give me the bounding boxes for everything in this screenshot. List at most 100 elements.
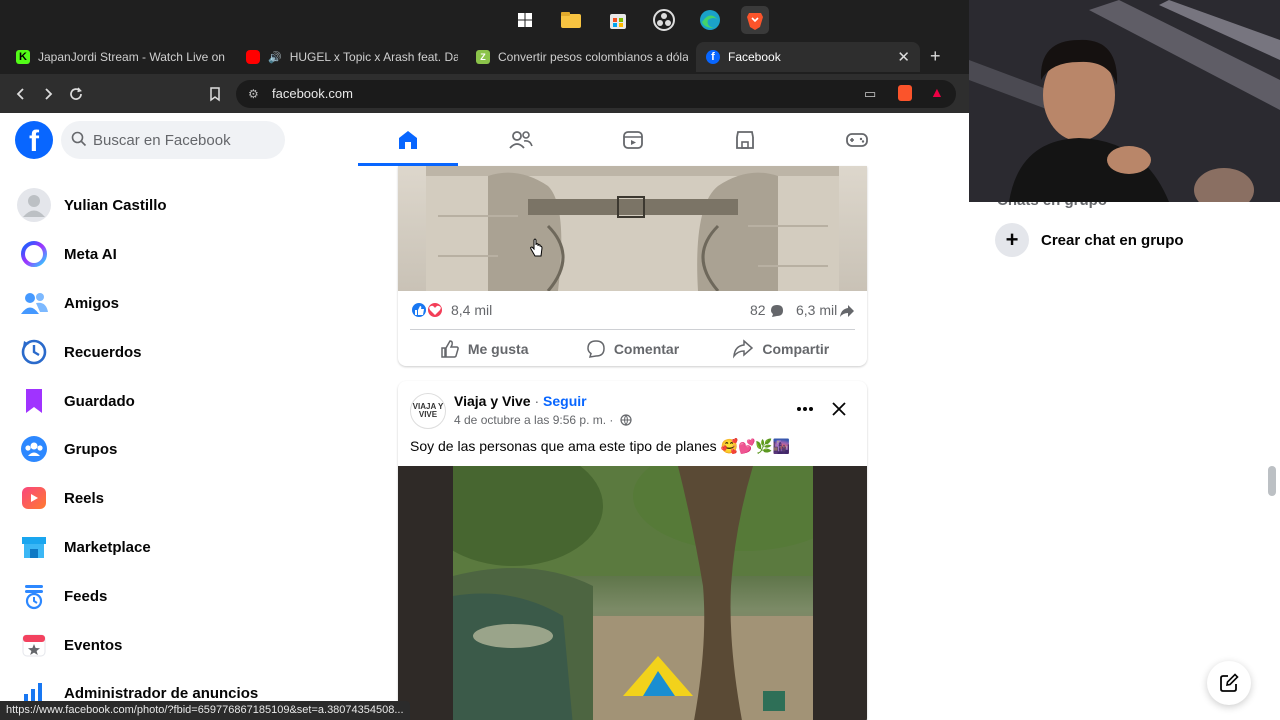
tab-home[interactable]: [358, 113, 458, 166]
thumbs-up-icon: [441, 339, 459, 358]
share-button[interactable]: Compartir: [707, 330, 855, 366]
search-input[interactable]: [93, 121, 278, 159]
tab-gaming[interactable]: [807, 113, 907, 166]
post-author-line: Viaja y Vive · Seguir: [454, 393, 587, 409]
video-icon: [623, 130, 643, 149]
browser-tab-kick[interactable]: K JapanJordi Stream - Watch Live on Ki: [6, 42, 228, 72]
webcam-overlay: [969, 0, 1280, 202]
post-stats: 8,4 mil 82 6,3 mil: [398, 291, 867, 329]
facebook-icon: f: [706, 50, 720, 64]
camping-scene: [453, 466, 813, 720]
browser-tab-converter[interactable]: Z Convertir pesos colombianos a dólar: [466, 42, 688, 72]
tab-label: Convertir pesos colombianos a dólar: [498, 50, 688, 64]
saved-icon: [16, 383, 52, 419]
plus-icon: +: [995, 223, 1029, 257]
bookmark-icon[interactable]: [204, 83, 226, 105]
marketplace-icon: [736, 130, 754, 149]
share-label: Compartir: [762, 340, 830, 357]
feed-post: 8,4 mil 82 6,3 mil Me gusta Comentar Com…: [398, 166, 867, 366]
post-image[interactable]: [398, 166, 867, 292]
left-sidebar: Yulian Castillo Meta AI Amigos Recuerdos…: [0, 166, 358, 720]
reels-icon: [16, 480, 52, 516]
friends-icon: [509, 130, 533, 149]
browser-tab-youtube[interactable]: 🔊 HUGEL x Topic x Arash feat. Daec: [236, 42, 458, 72]
sidebar-item-reels[interactable]: Reels: [8, 474, 348, 522]
share-count[interactable]: 6,3 mil: [796, 302, 837, 318]
converter-icon: Z: [476, 50, 490, 64]
sidebar-item-label: Yulian Castillo: [64, 196, 167, 214]
site-settings-icon[interactable]: ⚙: [248, 87, 262, 101]
post-photo-frame: [398, 466, 867, 720]
store-icon[interactable]: [604, 6, 632, 34]
back-icon[interactable]: [10, 83, 32, 105]
sidebar-item-label: Amigos: [64, 294, 120, 312]
file-explorer-icon[interactable]: [557, 6, 585, 34]
groups-icon: [16, 431, 52, 467]
close-icon[interactable]: [827, 397, 851, 421]
new-message-button[interactable]: [1207, 661, 1251, 705]
url-text: facebook.com: [272, 86, 353, 101]
facebook-logo-icon[interactable]: f: [15, 121, 53, 159]
url-field[interactable]: ⚙ facebook.com ▭ ▲: [236, 80, 956, 108]
tab-marketplace[interactable]: [695, 113, 795, 166]
sidebar-item-marketplace[interactable]: Marketplace: [8, 523, 348, 571]
memories-icon: [16, 334, 52, 370]
like-button[interactable]: Me gusta: [410, 330, 558, 366]
sidebar-item-friends[interactable]: Amigos: [8, 279, 348, 327]
edge-icon[interactable]: [696, 6, 724, 34]
sidebar-item-label: Administrador de anuncios: [64, 684, 259, 702]
tab-label: Facebook: [728, 50, 781, 64]
sidebar-item-profile[interactable]: Yulian Castillo: [8, 181, 348, 229]
obs-icon[interactable]: [650, 6, 678, 34]
sidebar-item-events[interactable]: Eventos: [8, 621, 348, 669]
browser-tab-facebook[interactable]: f Facebook ✕: [696, 42, 920, 72]
reaction-count[interactable]: 8,4 mil: [451, 302, 492, 318]
sidebar-item-meta-ai[interactable]: Meta AI: [8, 230, 348, 278]
post-photo[interactable]: [453, 466, 813, 720]
hand-cursor-icon: [530, 238, 543, 257]
kick-icon: K: [16, 50, 30, 64]
comment-icon: [587, 339, 605, 358]
comment-count[interactable]: 82: [750, 302, 766, 318]
sidebar-item-label: Feeds: [64, 587, 108, 605]
comment-button[interactable]: Comentar: [558, 330, 706, 366]
tab-video[interactable]: [583, 113, 683, 166]
link-status-bar: https://www.facebook.com/photo/?fbid=659…: [0, 701, 410, 720]
marketplace-icon: [16, 529, 52, 565]
brave-rewards-icon[interactable]: ▲: [930, 84, 944, 100]
post-text: Soy de las personas que ama este tipo de…: [410, 438, 791, 454]
create-group-chat-button[interactable]: + Crear chat en grupo: [995, 223, 1184, 257]
post-meta: 4 de octubre a las 9:56 p. m. ·: [454, 413, 632, 427]
address-bar-row: ⚙ facebook.com ▭ ▲: [0, 74, 969, 114]
sidebar-item-groups[interactable]: Grupos: [8, 425, 348, 473]
more-options-icon[interactable]: [793, 397, 817, 421]
close-tab-icon[interactable]: ✕: [897, 48, 910, 66]
brave-shields-icon[interactable]: [898, 85, 912, 101]
tab-friends[interactable]: [471, 113, 571, 166]
speaker-icon: 🔊: [268, 51, 282, 64]
post-author[interactable]: Viaja y Vive: [454, 393, 531, 409]
reload-icon[interactable]: [65, 83, 87, 105]
follow-button[interactable]: Seguir: [543, 393, 587, 409]
post-date[interactable]: 4 de octubre a las 9:56 p. m. ·: [454, 413, 613, 427]
sidebar-item-memories[interactable]: Recuerdos: [8, 328, 348, 376]
sidebar-item-feeds[interactable]: Feeds: [8, 572, 348, 620]
sidebar-item-label: Meta AI: [64, 245, 117, 263]
scrollbar-thumb[interactable]: [1268, 466, 1276, 496]
right-sidebar: Chats en grupo + Crear chat en grupo: [969, 166, 1280, 720]
forward-icon[interactable]: [37, 83, 59, 105]
brave-icon[interactable]: [741, 6, 769, 34]
sidebar-item-saved[interactable]: Guardado: [8, 377, 348, 425]
streamer-webcam-image: [969, 0, 1280, 202]
love-reaction-icon: [426, 301, 444, 319]
new-tab-button[interactable]: +: [930, 46, 941, 67]
browser-tab-strip: K JapanJordi Stream - Watch Live on Ki 🔊…: [0, 40, 969, 74]
comment-label: Comentar: [613, 340, 680, 357]
home-icon: [399, 130, 417, 149]
cast-icon[interactable]: ▭: [864, 86, 876, 102]
search-icon: [71, 131, 87, 147]
page-avatar[interactable]: VIAJA Y VIVE: [410, 393, 446, 429]
tab-label: HUGEL x Topic x Arash feat. Daec: [289, 50, 458, 64]
windows-start-icon[interactable]: [511, 6, 539, 34]
friends-icon: [16, 285, 52, 321]
